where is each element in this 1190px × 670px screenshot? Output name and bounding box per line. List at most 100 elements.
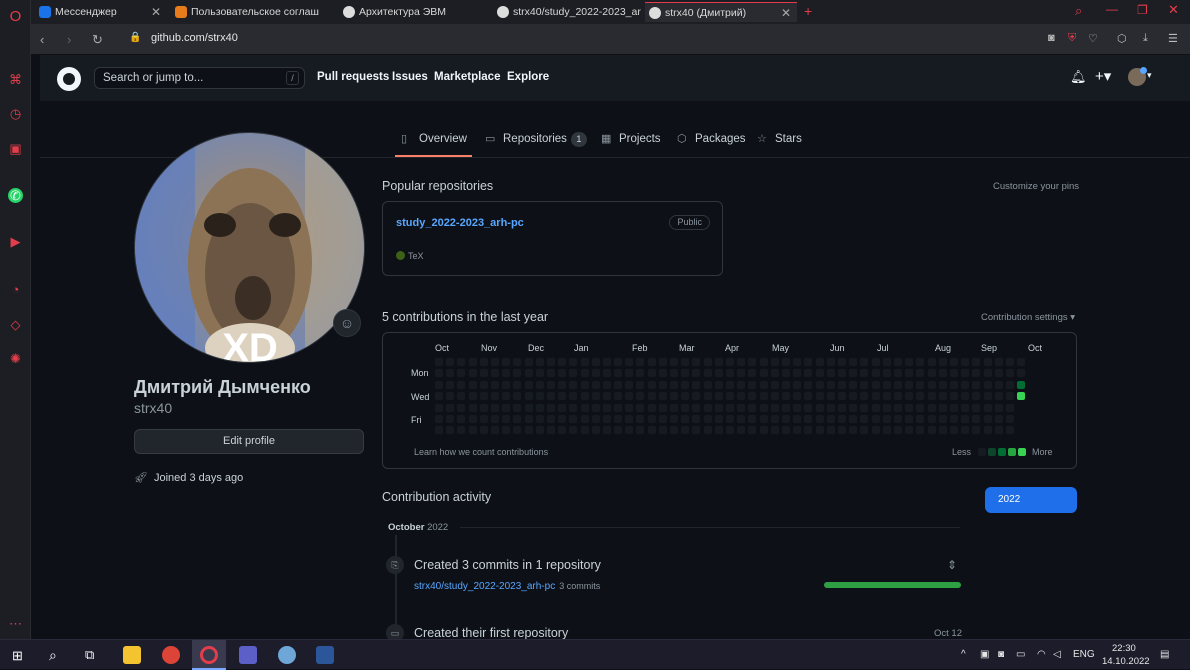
contribution-day[interactable] [803, 379, 814, 390]
contribution-day[interactable] [814, 357, 825, 367]
contribution-day[interactable] [747, 391, 758, 402]
contribution-day[interactable] [881, 357, 892, 367]
chrome-icon[interactable] [162, 646, 180, 664]
contribution-day[interactable] [803, 425, 814, 436]
contribution-day[interactable] [489, 414, 500, 424]
contribution-day[interactable] [534, 357, 545, 367]
contribution-day[interactable] [904, 368, 915, 379]
contribution-day[interactable] [1004, 414, 1015, 424]
nav-explore[interactable]: Explore [507, 71, 549, 83]
opera-taskbar-icon[interactable] [192, 640, 226, 670]
contribution-day[interactable] [836, 379, 847, 390]
contribution-day[interactable] [702, 368, 713, 379]
contribution-day[interactable] [635, 368, 646, 379]
contribution-day[interactable] [456, 368, 467, 379]
contribution-day[interactable] [836, 414, 847, 424]
minimize-icon[interactable]: — [1106, 2, 1118, 16]
contribution-day[interactable] [613, 357, 624, 367]
contribution-day[interactable] [736, 425, 747, 436]
contribution-day[interactable] [1004, 368, 1015, 379]
contribution-day[interactable] [926, 357, 937, 367]
contribution-day[interactable] [456, 425, 467, 436]
contribution-day[interactable] [781, 414, 791, 424]
contribution-day[interactable] [456, 391, 467, 402]
contribution-day[interactable] [713, 379, 724, 390]
contribution-day[interactable] [769, 357, 780, 367]
contribution-day[interactable] [747, 368, 758, 379]
contribution-day[interactable] [624, 357, 635, 367]
contribution-day[interactable] [769, 425, 780, 436]
contribution-day[interactable] [1004, 379, 1015, 390]
nav-issues[interactable]: Issues [392, 71, 428, 83]
contribution-day[interactable] [937, 368, 948, 379]
contribution-day[interactable] [713, 391, 724, 402]
commit-count[interactable]: 3 commits [559, 581, 600, 591]
contribution-day[interactable] [445, 425, 456, 436]
contribution-day[interactable] [512, 391, 523, 402]
contribution-day[interactable] [926, 425, 937, 436]
task-view-icon[interactable]: ⧉ [85, 647, 94, 663]
contribution-day[interactable] [892, 425, 903, 436]
contribution-day[interactable] [1004, 402, 1015, 413]
contribution-day[interactable] [669, 414, 680, 424]
contribution-day[interactable] [948, 391, 959, 402]
contribution-day[interactable] [590, 357, 601, 367]
contribution-day[interactable] [590, 379, 601, 390]
contribution-day[interactable] [680, 379, 691, 390]
contribution-day[interactable] [881, 402, 892, 413]
clock-time[interactable]: 22:30 [1112, 643, 1136, 654]
contribution-day[interactable] [825, 425, 836, 436]
contribution-day[interactable] [680, 414, 691, 424]
contribution-day[interactable] [523, 402, 534, 413]
collapse-icon[interactable]: ⇕ [947, 558, 957, 572]
contribution-day[interactable] [859, 357, 870, 367]
contribution-day[interactable] [691, 379, 702, 390]
contribution-day[interactable] [445, 368, 456, 379]
contribution-day[interactable] [534, 379, 545, 390]
contribution-day[interactable] [624, 402, 635, 413]
year-2022-button[interactable]: 2022 [985, 487, 1077, 513]
contribution-day[interactable] [881, 379, 892, 390]
contribution-day[interactable] [657, 368, 668, 379]
contribution-day[interactable] [545, 357, 556, 367]
contribution-day[interactable] [691, 402, 702, 413]
contribution-day[interactable] [545, 391, 556, 402]
contribution-day[interactable] [870, 379, 881, 390]
contribution-day[interactable] [445, 391, 456, 402]
contribution-day[interactable] [545, 379, 556, 390]
contribution-day[interactable] [478, 425, 489, 436]
contribution-day[interactable] [579, 368, 590, 379]
contribution-day[interactable] [702, 425, 713, 436]
contribution-day[interactable] [781, 368, 791, 379]
contribution-day[interactable] [445, 357, 456, 367]
shield-icon[interactable]: ⛨ [1068, 32, 1076, 45]
contribution-day[interactable] [467, 391, 478, 402]
edit-profile-button[interactable]: Edit profile [134, 429, 364, 454]
contribution-day[interactable] [590, 368, 601, 379]
contribution-day[interactable] [624, 368, 635, 379]
contribution-day[interactable] [870, 357, 881, 367]
contribution-day[interactable] [937, 425, 948, 436]
file-explorer-icon[interactable] [123, 646, 141, 664]
contribution-day[interactable] [904, 414, 915, 424]
contribution-day[interactable] [792, 391, 803, 402]
contribution-day[interactable] [803, 402, 814, 413]
contribution-day[interactable] [915, 425, 926, 436]
contribution-day[interactable] [960, 414, 971, 424]
contribution-day[interactable] [747, 402, 758, 413]
contribution-day[interactable] [904, 379, 915, 390]
tray-icon[interactable]: ◙ [998, 649, 1004, 660]
restore-icon[interactable]: ❐ [1137, 3, 1148, 17]
contribution-day[interactable] [736, 379, 747, 390]
contribution-day[interactable] [792, 414, 803, 424]
contribution-day[interactable] [971, 391, 982, 402]
contribution-day[interactable] [948, 414, 959, 424]
contribution-day[interactable] [892, 357, 903, 367]
contribution-day[interactable] [669, 379, 680, 390]
contribution-day[interactable] [915, 414, 926, 424]
tab-stars[interactable]: ☆ Stars [757, 132, 802, 145]
contribution-day[interactable] [635, 425, 646, 436]
contribution-day[interactable] [825, 368, 836, 379]
search-icon[interactable]: ⌕ [49, 647, 57, 664]
contribution-day[interactable] [904, 425, 915, 436]
